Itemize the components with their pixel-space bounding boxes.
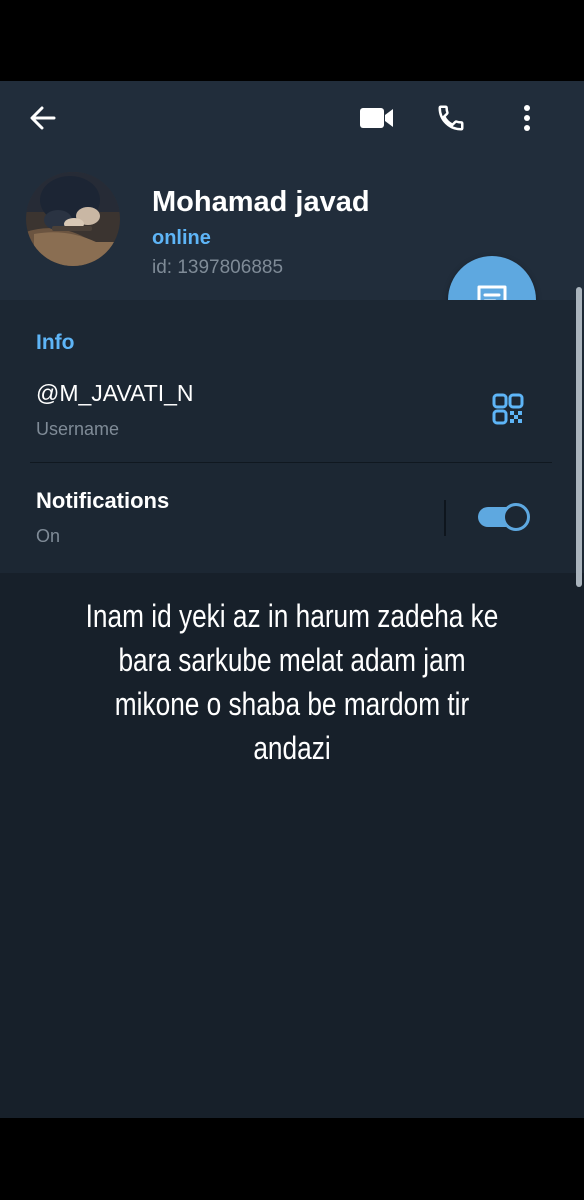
overlay-caption: Inam id yeki az in harum zadeha ke bara …	[85, 598, 499, 766]
notifications-toggle[interactable]	[478, 503, 530, 531]
info-section-title: Info	[36, 331, 75, 354]
more-options-button[interactable]	[503, 94, 551, 142]
info-section: Info @M_JAVATI_N Username Notifications …	[0, 300, 584, 573]
username-caption: Username	[36, 419, 120, 439]
profile-name: Mohamad javad	[152, 186, 370, 218]
avatar[interactable]	[26, 172, 120, 266]
back-button[interactable]	[19, 94, 67, 142]
phone-icon	[438, 105, 464, 131]
scrollbar[interactable]	[576, 287, 582, 587]
video-call-button[interactable]	[353, 94, 401, 142]
notifications-state: On	[36, 526, 61, 546]
profile-screen: Mohamad javad online id: 1397806885 Info…	[0, 81, 584, 1118]
notifications-title: Notifications	[36, 488, 170, 513]
arrow-left-icon	[30, 106, 56, 130]
profile-header: Mohamad javad online id: 1397806885	[0, 81, 584, 344]
video-camera-icon	[360, 108, 393, 128]
qr-code-icon	[492, 393, 524, 425]
qr-code-button[interactable]	[486, 387, 530, 431]
notifications-row[interactable]: Notifications On	[0, 463, 584, 573]
online-status: online	[152, 227, 211, 249]
vertical-separator	[444, 500, 446, 536]
avatar-photo	[26, 172, 120, 266]
toggle-knob	[502, 503, 530, 531]
voice-call-button[interactable]	[427, 94, 475, 142]
user-id: id: 1397806885	[152, 257, 284, 278]
more-vertical-icon	[524, 105, 530, 131]
username-value[interactable]: @M_JAVATI_N	[36, 380, 194, 407]
